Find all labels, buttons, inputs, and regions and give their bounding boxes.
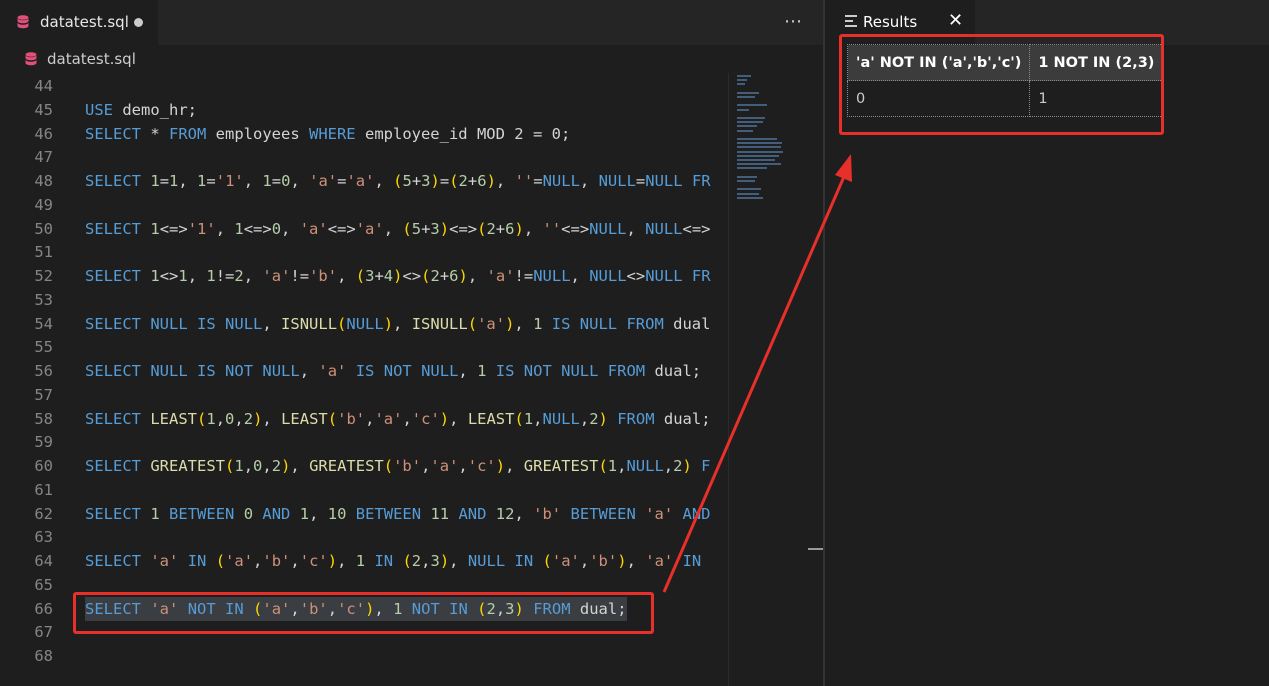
annotation-arrow xyxy=(662,154,852,593)
